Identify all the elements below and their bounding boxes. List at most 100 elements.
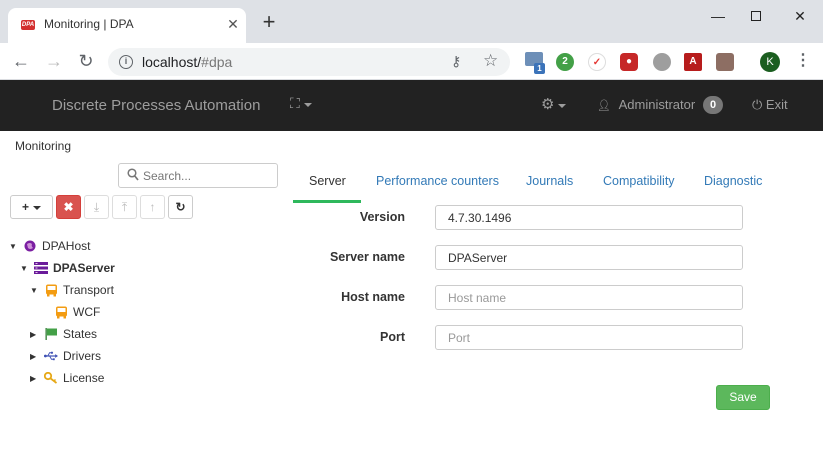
tab-close-icon[interactable]: ✕ xyxy=(224,15,242,33)
mail-badge: 1 xyxy=(534,63,545,74)
browser-tab[interactable]: DPA Monitoring | DPA ✕ xyxy=(8,8,246,43)
bookmark-star-icon[interactable]: ☆ xyxy=(483,51,498,71)
search-input[interactable] xyxy=(143,166,273,186)
collapsed-caret-icon[interactable]: ▶ xyxy=(30,330,40,339)
notifications-badge[interactable]: 0 xyxy=(703,96,723,114)
download-icon: ⤓ xyxy=(93,200,100,214)
port-label: Port xyxy=(380,330,405,344)
usb-icon xyxy=(44,350,58,362)
expanded-caret-icon[interactable]: ▼ xyxy=(30,286,40,295)
app-navbar: Discrete Processes Automation ⛶ ⚙ 👤︎ Adm… xyxy=(0,80,823,131)
window-minimize-icon[interactable]: — xyxy=(698,4,738,28)
grey-circle-extension-icon[interactable] xyxy=(653,53,671,71)
browser-tab-title: Monitoring | DPA xyxy=(44,17,134,31)
key-icon xyxy=(44,372,58,384)
settings-dropdown[interactable]: ⚙ xyxy=(541,95,567,113)
remove-icon: ✖ xyxy=(63,200,74,214)
save-button[interactable]: Save xyxy=(716,385,770,410)
back-arrow-icon[interactable]: ← xyxy=(9,50,33,74)
tab-compatibility[interactable]: Compatibility xyxy=(603,165,675,203)
tab-server[interactable]: Server xyxy=(309,165,346,203)
collapsed-caret-icon[interactable]: ▶ xyxy=(30,352,40,361)
stamp-extension-icon[interactable] xyxy=(716,53,734,71)
tab-journals[interactable]: Journals xyxy=(526,165,573,203)
pdf-extension-icon[interactable]: A xyxy=(684,53,702,71)
user-name: Administrator xyxy=(618,97,696,112)
new-tab-icon[interactable]: + xyxy=(258,11,280,34)
expanded-caret-icon[interactable]: ▼ xyxy=(20,264,30,273)
forward-arrow-icon[interactable]: → xyxy=(42,50,66,74)
address-bar[interactable]: i localhost/#dpa ⚷ ☆ xyxy=(108,48,510,76)
browser-tab-strip: DPA Monitoring | DPA ✕ + — ✕ xyxy=(0,0,823,43)
tree-node-states[interactable]: ▶ States xyxy=(30,324,97,344)
globe-icon xyxy=(23,240,37,252)
exit-link[interactable]: ⏻ Exit xyxy=(752,97,788,113)
refresh-button[interactable]: ↻ xyxy=(168,195,193,219)
flag-icon xyxy=(44,328,58,340)
bus-icon xyxy=(54,306,68,318)
window-maximize-icon[interactable] xyxy=(736,4,776,28)
power-icon: ⏻ xyxy=(752,97,763,112)
tree-node-transport[interactable]: ▼ Transport xyxy=(30,280,114,300)
upload-icon: ⤒ xyxy=(121,200,128,214)
tree-node-dpaserver[interactable]: ▼ DPAServer xyxy=(20,258,115,278)
exit-label: Exit xyxy=(765,97,788,112)
download-button[interactable]: ⤓ xyxy=(84,195,109,219)
browser-toolbar: ← → ↻ i localhost/#dpa ⚷ ☆ 1 2 ✓ ● A K ⋮ xyxy=(0,43,823,80)
window-close-icon[interactable]: ✕ xyxy=(780,4,820,28)
tree-search xyxy=(118,163,278,188)
server-name-field[interactable] xyxy=(435,245,743,270)
port-field[interactable] xyxy=(435,325,743,350)
cubes-icon: ⛶ xyxy=(290,95,300,111)
modules-dropdown[interactable]: ⛶ xyxy=(290,95,312,112)
tree-label: WCF xyxy=(73,305,101,319)
tab-diagnostic[interactable]: Diagnostic xyxy=(704,165,762,203)
gear-icon: ⚙ xyxy=(541,96,555,113)
arrow-up-icon: ↑ xyxy=(149,200,156,214)
tree-label: Drivers xyxy=(63,349,101,363)
host-name-field[interactable] xyxy=(435,285,743,310)
plus-icon: + xyxy=(21,200,29,214)
password-key-icon[interactable]: ⚷ xyxy=(451,53,461,70)
app-brand[interactable]: Discrete Processes Automation xyxy=(52,97,260,114)
active-tab-indicator xyxy=(293,200,361,203)
reload-icon[interactable]: ↻ xyxy=(74,50,98,74)
profile-avatar[interactable]: K xyxy=(760,52,780,72)
site-info-icon[interactable]: i xyxy=(119,55,133,69)
chrome-menu-icon[interactable]: ⋮ xyxy=(795,51,811,73)
search-icon xyxy=(127,168,139,181)
version-label: Version xyxy=(359,210,405,224)
tree-node-drivers[interactable]: ▶ Drivers xyxy=(30,346,101,366)
user-menu[interactable]: 👤︎ Administrator xyxy=(597,97,695,112)
collapsed-caret-icon[interactable]: ▶ xyxy=(30,374,40,383)
host-name-label: Host name xyxy=(341,290,405,304)
tree-node-dpahost[interactable]: ▼ DPAHost xyxy=(9,236,90,256)
dpa-favicon-icon: DPA xyxy=(21,20,35,30)
address-url[interactable]: localhost/#dpa xyxy=(142,54,232,70)
url-host: localhost/ xyxy=(142,54,202,70)
bus-icon xyxy=(44,284,58,296)
tree-label: DPAHost xyxy=(42,239,91,253)
server-icon xyxy=(34,262,48,274)
version-field[interactable] xyxy=(435,205,743,230)
green-counter-extension-icon[interactable]: 2 xyxy=(556,53,574,71)
delete-node-button[interactable]: ✖ xyxy=(56,195,81,219)
refresh-icon: ↻ xyxy=(175,200,186,214)
user-icon: 👤︎ xyxy=(597,100,611,112)
server-name-label: Server name xyxy=(329,250,405,264)
move-up-button[interactable]: ↑ xyxy=(140,195,165,219)
tab-performance-counters[interactable]: Performance counters xyxy=(376,165,499,203)
upload-button[interactable]: ⤒ xyxy=(112,195,137,219)
expanded-caret-icon[interactable]: ▼ xyxy=(9,242,19,251)
breadcrumb: Monitoring xyxy=(15,139,72,153)
tree-node-wcf[interactable]: WCF xyxy=(54,302,100,322)
pocket-extension-icon[interactable]: ✓ xyxy=(588,53,606,71)
url-path: #dpa xyxy=(201,54,233,70)
tree-label: States xyxy=(63,327,98,341)
tree-node-license[interactable]: ▶ License xyxy=(30,368,104,388)
tree-label: License xyxy=(63,371,105,385)
tree-label: Transport xyxy=(63,283,114,297)
add-node-button[interactable]: + xyxy=(10,195,53,219)
notification-count: 0 xyxy=(703,96,723,114)
ublock-extension-icon[interactable]: ● xyxy=(620,53,638,71)
